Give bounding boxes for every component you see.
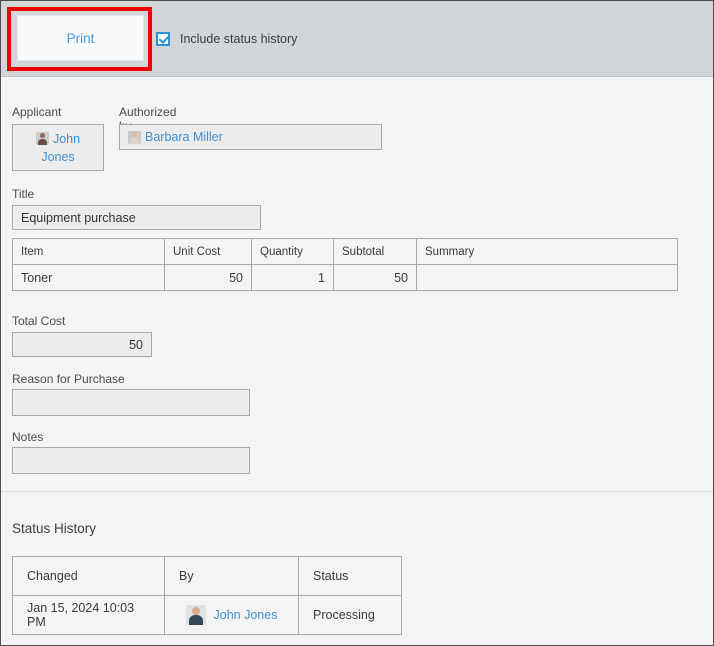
table-row: Jan 15, 2024 10:03 PM John Jones Process… bbox=[13, 596, 402, 635]
items-table: Item Unit Cost Quantity Subtotal Summary… bbox=[12, 238, 678, 291]
total-cost-field: 50 bbox=[12, 332, 152, 357]
status-history-header-row: Changed By Status bbox=[13, 557, 402, 596]
include-status-history-control[interactable]: Include status history bbox=[156, 32, 297, 46]
title-value: Equipment purchase bbox=[21, 211, 136, 225]
cell-summary bbox=[417, 265, 678, 291]
notes-field bbox=[12, 447, 250, 474]
print-preview-page: Print Include status history Applicant J… bbox=[0, 0, 714, 646]
title-label: Title bbox=[12, 187, 34, 201]
reason-for-purchase-field bbox=[12, 389, 250, 416]
cell-item: Toner bbox=[13, 265, 165, 291]
cell-unit-cost: 50 bbox=[165, 265, 252, 291]
cell-quantity: 1 bbox=[252, 265, 334, 291]
cell-by: John Jones bbox=[165, 596, 299, 635]
status-history-heading: Status History bbox=[12, 521, 96, 536]
title-field: Equipment purchase bbox=[12, 205, 261, 230]
section-divider bbox=[1, 491, 713, 492]
print-button-label: Print bbox=[67, 31, 95, 46]
applicant-value: John Jones bbox=[12, 124, 104, 171]
status-col-status: Status bbox=[299, 557, 402, 596]
status-user-avatar-icon bbox=[186, 605, 206, 625]
authorizer-avatar-icon bbox=[128, 131, 141, 144]
items-col-item: Item bbox=[13, 239, 165, 265]
authorized-by-name-link[interactable]: Barbara Miller bbox=[145, 130, 223, 144]
print-button[interactable]: Print bbox=[17, 15, 144, 61]
total-cost-label: Total Cost bbox=[12, 314, 65, 328]
items-col-quantity: Quantity bbox=[252, 239, 334, 265]
applicant-label: Applicant bbox=[12, 105, 61, 119]
authorized-by-value: Barbara Miller bbox=[119, 124, 382, 150]
cell-subtotal: 50 bbox=[334, 265, 417, 291]
items-col-subtotal: Subtotal bbox=[334, 239, 417, 265]
items-col-unit-cost: Unit Cost bbox=[165, 239, 252, 265]
status-user: John Jones bbox=[179, 605, 284, 625]
status-col-changed: Changed bbox=[13, 557, 165, 596]
items-col-summary: Summary bbox=[417, 239, 678, 265]
items-table-header-row: Item Unit Cost Quantity Subtotal Summary bbox=[13, 239, 678, 265]
applicant-avatar-icon bbox=[36, 132, 49, 145]
cell-status: Processing bbox=[299, 596, 402, 635]
include-status-history-checkbox[interactable] bbox=[156, 32, 170, 46]
table-row: Toner 50 1 50 bbox=[13, 265, 678, 291]
status-col-by: By bbox=[165, 557, 299, 596]
cell-changed: Jan 15, 2024 10:03 PM bbox=[13, 596, 165, 635]
notes-label: Notes bbox=[12, 430, 43, 444]
reason-for-purchase-label: Reason for Purchase bbox=[12, 372, 125, 386]
include-status-history-label: Include status history bbox=[180, 32, 297, 46]
status-history-table: Changed By Status Jan 15, 2024 10:03 PM … bbox=[12, 556, 402, 635]
toolbar: Print Include status history bbox=[1, 1, 713, 77]
total-cost-value: 50 bbox=[129, 338, 143, 352]
status-user-name-link[interactable]: John Jones bbox=[214, 608, 278, 622]
